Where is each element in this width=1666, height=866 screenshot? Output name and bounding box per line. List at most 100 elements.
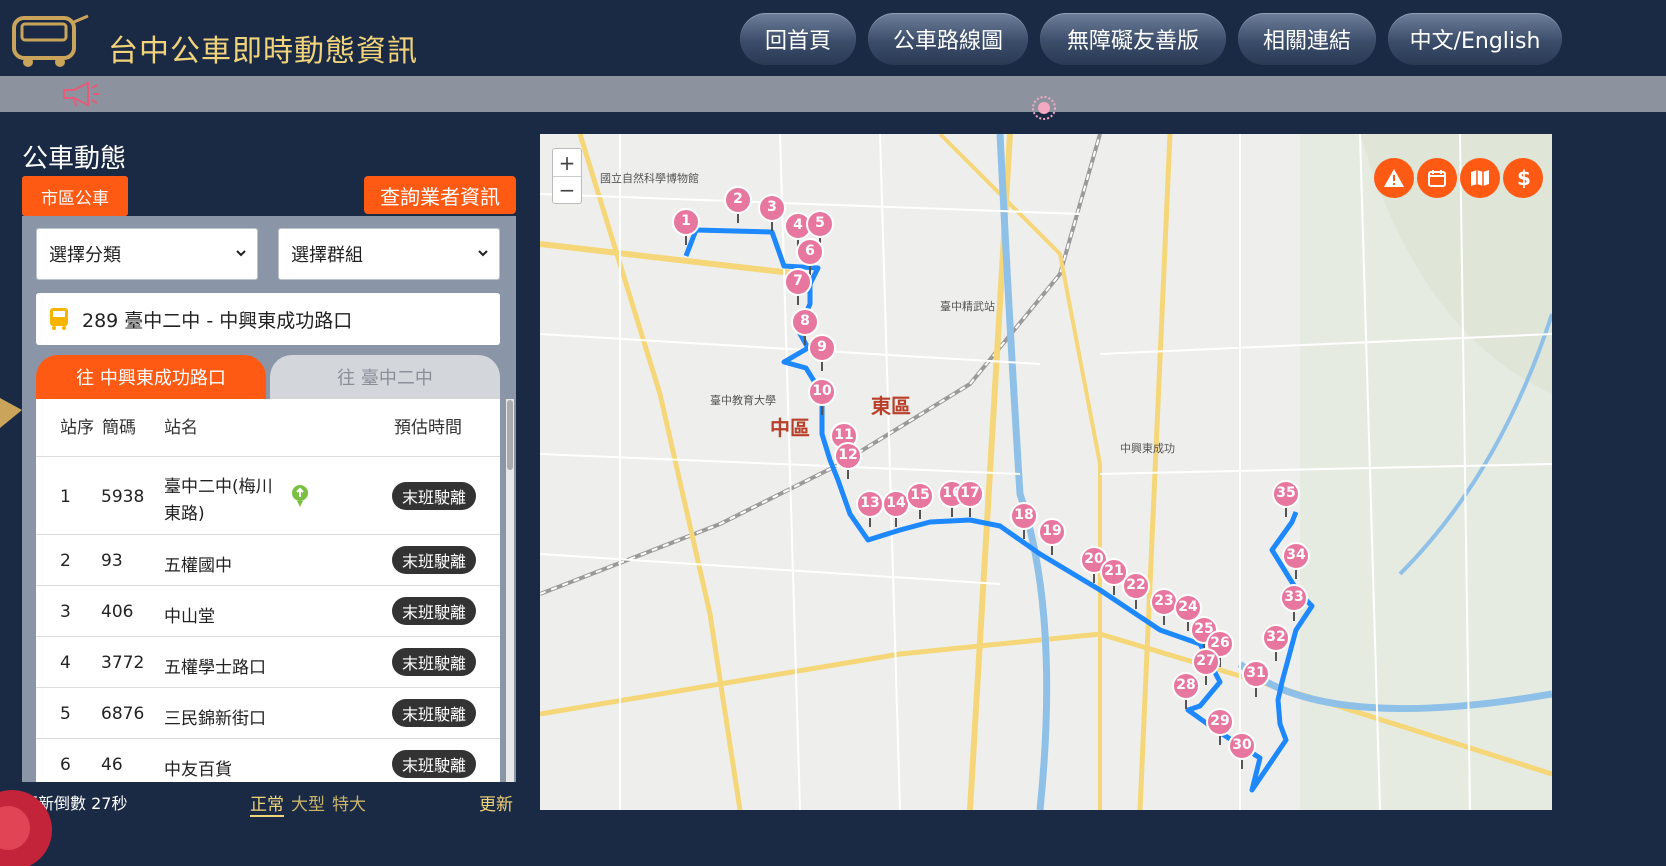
route-name: 289 臺中二中 - 中興東成功路口 bbox=[82, 309, 353, 332]
stop-name: 三民錦新街口 bbox=[164, 709, 266, 729]
map-view-button[interactable] bbox=[1460, 158, 1500, 198]
chevron-down-icon bbox=[236, 250, 246, 257]
stop-marker[interactable]: 9 bbox=[808, 334, 836, 372]
stop-marker-number: 1 bbox=[681, 213, 691, 229]
stop-marker-number: 29 bbox=[1210, 713, 1230, 729]
table-row[interactable]: 3 406 中山堂 末班駛離 bbox=[36, 586, 500, 637]
stop-marker[interactable]: 32 bbox=[1262, 624, 1290, 662]
stop-seq: 2 bbox=[60, 551, 71, 571]
stop-marker[interactable]: 10 bbox=[808, 378, 836, 416]
announcement-bar bbox=[0, 76, 1666, 112]
refresh-button[interactable]: 更新 bbox=[479, 790, 513, 815]
stop-marker[interactable]: 3 bbox=[758, 194, 786, 232]
zoom-in-button[interactable]: + bbox=[553, 149, 581, 176]
svg-text:國立自然科學博物館: 國立自然科學博物館 bbox=[600, 171, 699, 185]
stop-name: 五權國中 bbox=[164, 556, 232, 576]
fare-button[interactable]: $ bbox=[1503, 158, 1543, 198]
decoration-ribbon-icon bbox=[0, 398, 22, 428]
header-code: 簡碼 bbox=[102, 418, 136, 438]
stop-marker[interactable]: 7 bbox=[784, 268, 812, 306]
stop-marker-number: 32 bbox=[1266, 629, 1286, 645]
warning-button[interactable] bbox=[1374, 158, 1414, 198]
stop-marker[interactable]: 31 bbox=[1242, 660, 1270, 698]
stop-marker-number: 27 bbox=[1196, 653, 1216, 669]
stop-code: 6876 bbox=[101, 704, 145, 724]
stop-marker[interactable]: 15 bbox=[906, 482, 934, 520]
location-pin-icon[interactable] bbox=[291, 484, 309, 508]
route-selector[interactable]: 289 臺中二中 - 中興東成功路口 bbox=[36, 293, 500, 345]
stop-name-line2: 東路) bbox=[164, 504, 205, 524]
stop-marker[interactable]: 12 bbox=[834, 442, 862, 480]
font-size-large[interactable]: 大型 bbox=[291, 790, 325, 815]
eta-badge: 末班駛離 bbox=[392, 597, 476, 625]
table-row[interactable]: 6 46 中友百貨 末班駛離 bbox=[36, 739, 500, 782]
stop-marker[interactable]: 22 bbox=[1122, 572, 1150, 610]
stop-marker-number: 3 bbox=[767, 199, 777, 215]
nav-language[interactable]: 中文/English bbox=[1388, 13, 1562, 65]
stop-marker[interactable]: 17 bbox=[956, 480, 984, 518]
eta-badge: 末班駛離 bbox=[392, 546, 476, 574]
stop-seq: 6 bbox=[60, 755, 71, 775]
header-name: 站名 bbox=[164, 418, 198, 438]
stop-marker[interactable]: 13 bbox=[856, 490, 884, 528]
route-map[interactable]: 國立自然科學博物館 臺中教育大學 臺中精武站 中興東成功 1 2 3 4 5 6… bbox=[540, 134, 1552, 810]
stop-marker[interactable]: 2 bbox=[724, 186, 752, 224]
decoration-peony-icon bbox=[0, 790, 52, 866]
bus-icon bbox=[50, 308, 68, 330]
zoom-out-button[interactable]: − bbox=[553, 176, 581, 203]
eta-badge: 末班駛離 bbox=[392, 699, 476, 727]
operator-info-button[interactable]: 查詢業者資訊 bbox=[364, 176, 516, 214]
site-title: 台中公車即時動態資訊 bbox=[108, 34, 418, 69]
stop-marker[interactable]: 30 bbox=[1228, 732, 1256, 770]
table-row[interactable]: 5 6876 三民錦新街口 末班駛離 bbox=[36, 688, 500, 739]
stop-name: 中友百貨 bbox=[164, 760, 232, 780]
tab-direction-inbound[interactable]: 往 臺中二中 bbox=[270, 355, 500, 399]
tab-direction-outbound[interactable]: 往 中興東成功路口 bbox=[36, 355, 266, 399]
district-label-center: 中區 bbox=[770, 416, 810, 440]
stop-marker-number: 15 bbox=[910, 487, 930, 503]
decoration-flower-icon bbox=[1032, 96, 1056, 120]
stop-marker-number: 35 bbox=[1276, 485, 1296, 501]
nav-accessible[interactable]: 無障礙友善版 bbox=[1040, 13, 1226, 65]
zoom-control: + − bbox=[552, 148, 582, 204]
stop-marker[interactable]: 33 bbox=[1280, 584, 1308, 622]
stop-name: 中山堂 bbox=[164, 607, 215, 627]
font-size-xlarge[interactable]: 特大 bbox=[332, 790, 366, 815]
group-select-label: 選擇群組 bbox=[291, 245, 363, 266]
font-size-normal[interactable]: 正常 bbox=[250, 790, 284, 817]
stop-name: 五權學士路口 bbox=[164, 658, 266, 678]
stop-marker[interactable]: 28 bbox=[1172, 672, 1200, 710]
scroll-thumb[interactable] bbox=[507, 400, 513, 470]
stop-marker[interactable]: 1 bbox=[672, 208, 700, 246]
category-select[interactable]: 選擇分類 bbox=[36, 228, 258, 280]
stop-marker[interactable]: 19 bbox=[1038, 518, 1066, 556]
stop-marker-number: 19 bbox=[1042, 523, 1062, 539]
stop-marker-number: 8 bbox=[800, 313, 810, 329]
svg-text:$: $ bbox=[1517, 167, 1530, 189]
calendar-button[interactable] bbox=[1417, 158, 1457, 198]
warning-icon bbox=[1384, 169, 1404, 187]
stop-marker-number: 12 bbox=[838, 447, 858, 463]
stop-marker[interactable]: 35 bbox=[1272, 480, 1300, 518]
stop-code: 46 bbox=[101, 755, 123, 775]
nav-links[interactable]: 相關連結 bbox=[1238, 13, 1376, 65]
nav-home[interactable]: 回首頁 bbox=[740, 13, 856, 65]
table-row[interactable]: 2 93 五權國中 末班駛離 bbox=[36, 535, 500, 586]
stop-marker-number: 7 bbox=[793, 273, 803, 289]
svg-text:中興東成功: 中興東成功 bbox=[1120, 442, 1175, 455]
nav-route-map[interactable]: 公車路線圖 bbox=[868, 13, 1028, 65]
stop-marker[interactable]: 18 bbox=[1010, 502, 1038, 540]
stop-code: 3772 bbox=[101, 653, 145, 673]
eta-badge: 末班駛離 bbox=[392, 648, 476, 676]
table-row[interactable]: 4 3772 五權學士路口 末班駛離 bbox=[36, 637, 500, 688]
bus-logo-icon[interactable] bbox=[8, 8, 92, 70]
tab-city-bus[interactable]: 市區公車 bbox=[22, 176, 128, 216]
eta-badge: 末班駛離 bbox=[392, 750, 476, 778]
stop-table: 站序 簡碼 站名 預估時間 1 5938 臺中二中(梅川 東路) 末班駛離 2 … bbox=[36, 399, 500, 782]
stop-marker-number: 31 bbox=[1246, 665, 1266, 681]
group-select[interactable]: 選擇群組 bbox=[278, 228, 500, 280]
stop-marker[interactable]: 34 bbox=[1282, 542, 1310, 580]
panel-title: 公車動態 bbox=[22, 144, 127, 174]
table-row[interactable]: 1 5938 臺中二中(梅川 東路) 末班駛離 bbox=[36, 458, 500, 535]
stop-marker-number: 11 bbox=[834, 427, 854, 443]
